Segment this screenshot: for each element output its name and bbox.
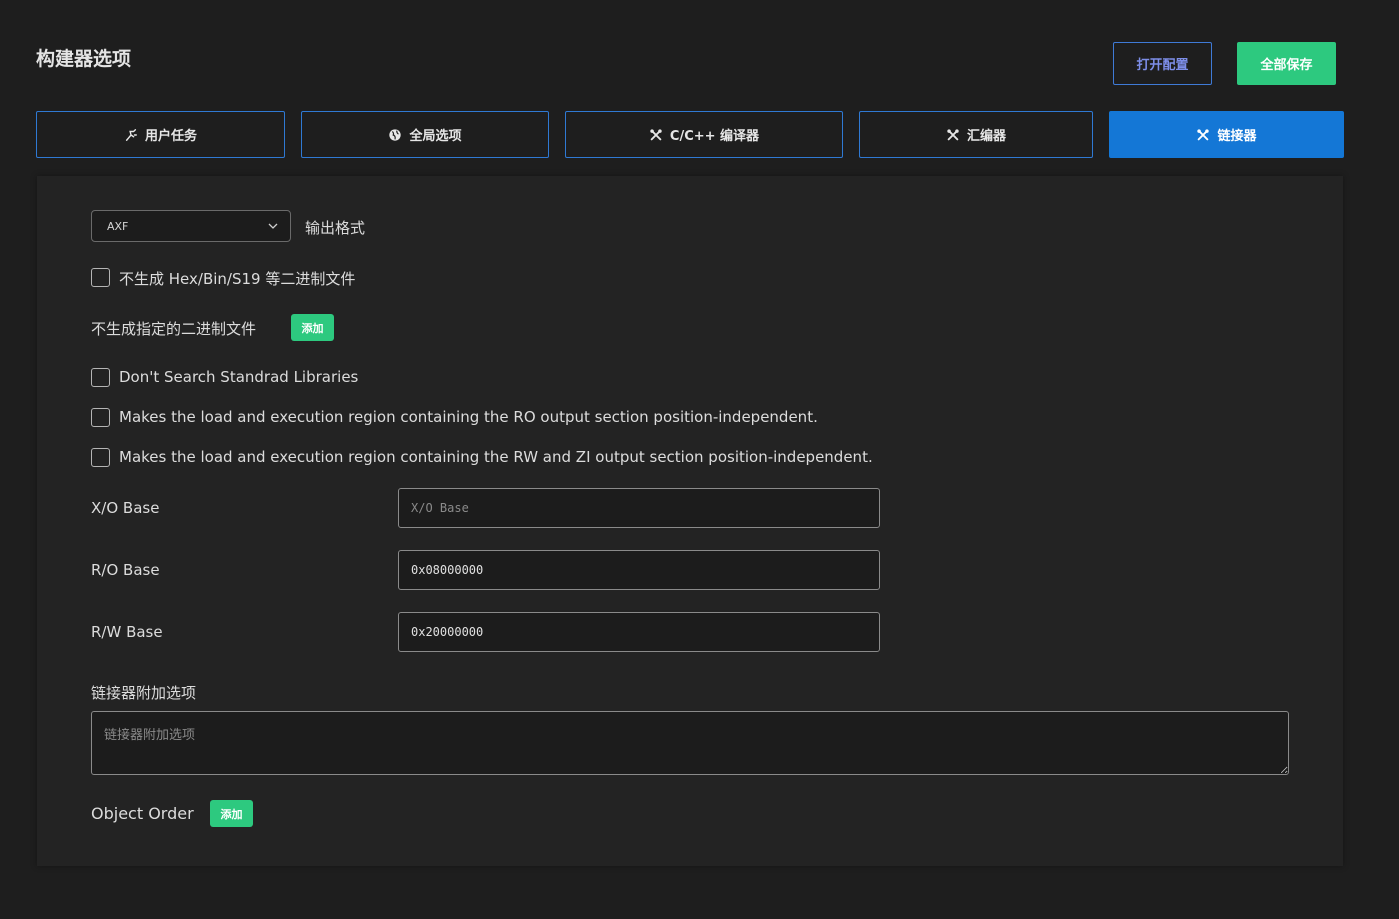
save-all-button[interactable]: 全部保存 <box>1237 42 1336 85</box>
tab-assembler[interactable]: 汇编器 <box>859 111 1093 158</box>
object-order-label: Object Order <box>91 804 194 823</box>
xo-base-label: X/O Base <box>91 499 160 517</box>
tab-global-options[interactable]: 全局选项 <box>301 111 549 158</box>
xo-base-input[interactable] <box>398 488 880 528</box>
ro-pi-label: Makes the load and execution region cont… <box>119 408 818 426</box>
tools-icon <box>947 128 959 140</box>
ro-base-label: R/O Base <box>91 561 160 579</box>
tab-label: 链接器 <box>1217 129 1257 144</box>
ro-pi-checkbox[interactable] <box>91 408 110 427</box>
exclude-binaries-label: 不生成指定的二进制文件 <box>91 320 257 338</box>
open-config-button[interactable]: 打开配置 <box>1113 42 1212 85</box>
page-title: 构建器选项 <box>36 48 132 70</box>
no-binary-label: 不生成 Hex/Bin/S19 等二进制文件 <box>119 270 356 288</box>
output-format-label: 输出格式 <box>305 219 366 237</box>
tab-label: 汇编器 <box>966 129 1006 144</box>
no-binary-checkbox[interactable] <box>91 268 110 287</box>
tab-c-compiler[interactable]: C/C++ 编译器 <box>565 111 843 158</box>
misc-options-textarea[interactable] <box>91 711 1289 775</box>
rw-pi-checkbox[interactable] <box>91 448 110 467</box>
tab-label: C/C++ 编译器 <box>669 129 760 144</box>
object-order-add-button[interactable]: 添加 <box>210 800 253 827</box>
rw-base-label: R/W Base <box>91 623 163 641</box>
exclude-binaries-add-button[interactable]: 添加 <box>291 314 334 341</box>
output-format-select[interactable]: AXF <box>91 210 291 242</box>
misc-options-label: 链接器附加选项 <box>91 684 197 702</box>
globe-icon <box>389 128 402 141</box>
dont-search-std-label: Don't Search Standrad Libraries <box>119 368 359 386</box>
chevron-down-icon <box>268 223 278 229</box>
tab-label: 全局选项 <box>409 129 462 144</box>
dont-search-std-checkbox[interactable] <box>91 368 110 387</box>
tab-label: 用户任务 <box>144 129 197 144</box>
output-format-value: AXF <box>107 219 129 233</box>
rw-pi-label: Makes the load and execution region cont… <box>119 448 873 466</box>
tab-linker[interactable]: 链接器 <box>1109 111 1344 158</box>
tab-user-tasks[interactable]: 用户任务 <box>36 111 285 158</box>
tools-icon <box>650 128 662 140</box>
rw-base-input[interactable] <box>398 612 880 652</box>
tools-icon <box>1197 128 1210 140</box>
ro-base-input[interactable] <box>398 550 880 590</box>
run-icon <box>125 128 137 141</box>
